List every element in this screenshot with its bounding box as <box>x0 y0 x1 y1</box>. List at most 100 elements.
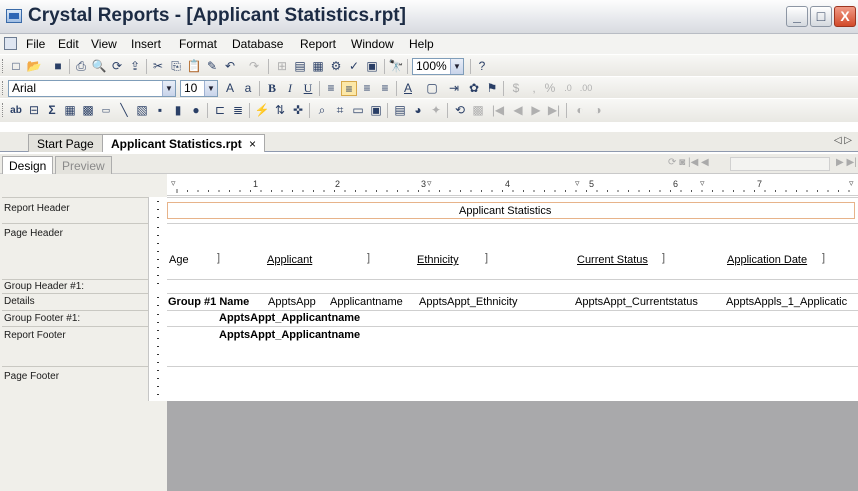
font-size-select[interactable]: 10 ▼ <box>180 80 218 97</box>
select-expert-icon[interactable]: ⚡ <box>254 103 270 118</box>
lock-size-icon[interactable]: ⚑ <box>484 81 500 96</box>
report-wizard-icon[interactable]: ▤ <box>392 103 408 118</box>
chevron-down-icon[interactable]: ▼ <box>204 81 217 96</box>
align-center-icon[interactable]: ≡ <box>341 81 357 96</box>
format-painter-icon[interactable]: ✎ <box>204 59 220 74</box>
border-icon[interactable]: ▢ <box>424 81 440 96</box>
application-date-field[interactable]: ApptsAppls_1_Applicatic <box>726 296 847 308</box>
box-icon[interactable]: ▧ <box>134 103 150 118</box>
save-icon[interactable]: ■ <box>50 59 66 74</box>
workbench-icon[interactable]: ▣ <box>364 59 380 74</box>
guide-marker-icon[interactable]: ▿ <box>700 178 705 189</box>
section-gutter[interactable] <box>148 223 167 279</box>
increase-font-icon[interactable]: A <box>222 81 238 96</box>
font-color-icon[interactable]: A <box>400 81 416 96</box>
zoom-select[interactable]: 100% ▼ <box>412 58 464 75</box>
repository-explorer-icon[interactable]: ⚙ <box>328 59 344 74</box>
menu-help[interactable]: Help <box>409 37 434 51</box>
section-gutter[interactable] <box>148 310 167 326</box>
menu-file[interactable]: File <box>26 37 45 51</box>
column-header-current-status[interactable]: Current Status <box>577 254 648 266</box>
report-footer-band[interactable]: ApptsAppt_Applicantname <box>167 326 858 366</box>
menu-edit[interactable]: Edit <box>58 37 79 51</box>
thousands-button[interactable]: , <box>526 81 542 96</box>
page-number-input[interactable] <box>730 157 830 171</box>
group-icon[interactable]: ⊟ <box>26 103 42 118</box>
next-page-icon[interactable]: ▶ <box>528 103 544 118</box>
menu-window[interactable]: Window <box>351 37 394 51</box>
section-page-header[interactable]: Page Header <box>4 228 63 239</box>
group-footer-band[interactable]: ApptsAppt_Applicantname <box>167 310 858 326</box>
section-gutter[interactable] <box>148 366 167 401</box>
xml-icon[interactable]: ⌗ <box>332 103 348 118</box>
right-margin-marker-icon[interactable]: ▿ <box>849 178 854 189</box>
first-page-icon[interactable]: |◀ <box>490 103 506 118</box>
cut-icon[interactable]: ✂ <box>150 59 166 74</box>
section-report-header[interactable]: Report Header <box>4 203 70 214</box>
decrease-font-icon[interactable]: a <box>240 81 256 96</box>
left-margin-marker-icon[interactable]: ▿ <box>171 178 176 189</box>
section-gutter[interactable] <box>148 326 167 366</box>
page-header-band[interactable]: Age ] Applicant ] Ethnicity ] Current St… <box>167 223 858 279</box>
group-name-field[interactable]: Group #1 Name <box>168 296 249 308</box>
underline-button[interactable]: U <box>300 81 316 96</box>
section-gutter[interactable] <box>148 293 167 310</box>
menu-view[interactable]: View <box>91 37 117 51</box>
page-next-icon[interactable]: ▶ ▶| <box>836 157 857 171</box>
lock-format-icon[interactable]: ✿ <box>466 81 482 96</box>
tab-preview[interactable]: Preview <box>55 156 112 174</box>
column-header-ethnicity[interactable]: Ethnicity <box>417 254 459 266</box>
align-left-icon[interactable]: ≡ <box>323 81 339 96</box>
italic-button[interactable]: I <box>282 81 298 96</box>
map-icon[interactable]: ● <box>188 103 204 118</box>
page-number-icon[interactable]: ≣ <box>230 103 246 118</box>
section-group-header[interactable]: Group Header #1: <box>4 281 84 292</box>
summary-icon[interactable]: Σ <box>44 103 60 118</box>
report-footer-applicantname-field[interactable]: ApptsAppt_Applicantname <box>219 329 360 341</box>
minimize-button[interactable]: _ <box>786 6 808 27</box>
last-page-icon[interactable]: ▶| <box>546 103 562 118</box>
section-gutter[interactable] <box>148 197 167 223</box>
forward-icon[interactable]: ◑ <box>590 103 606 118</box>
paste-icon[interactable]: 📋 <box>186 59 202 74</box>
database-expert-icon[interactable]: ▣ <box>368 103 384 118</box>
group-header-band[interactable] <box>167 279 858 293</box>
section-page-footer[interactable]: Page Footer <box>4 371 59 382</box>
details-band[interactable]: Group #1 Name ApptsApp Applicantname App… <box>167 293 858 310</box>
section-gutter[interactable] <box>148 279 167 293</box>
open-folder-icon[interactable]: 📂 <box>26 59 42 74</box>
bold-button[interactable]: B <box>264 81 280 96</box>
increase-decimal-icon[interactable]: .0 <box>560 81 576 96</box>
currency-button[interactable]: $ <box>508 81 524 96</box>
applicantname-field[interactable]: Applicantname <box>330 296 403 308</box>
current-status-field[interactable]: ApptsAppt_Currentstatus <box>575 296 698 308</box>
new-file-icon[interactable]: □ <box>8 59 24 74</box>
picture-icon[interactable]: ▪ <box>152 103 168 118</box>
guide-marker-icon[interactable]: ▿ <box>575 178 580 189</box>
back-icon[interactable]: ◐ <box>572 103 588 118</box>
insert-group-icon[interactable]: ⊞ <box>274 59 290 74</box>
section-report-footer[interactable]: Report Footer <box>4 330 66 341</box>
column-header-applicant[interactable]: Applicant <box>267 254 312 266</box>
group-footer-applicantname-field[interactable]: ApptsAppt_Applicantname <box>219 312 360 324</box>
maximize-button[interactable]: □ <box>810 6 832 27</box>
redo-icon[interactable]: ↷ <box>246 59 262 74</box>
menu-format[interactable]: Format <box>179 37 217 51</box>
print-icon[interactable]: ⎙ <box>73 59 89 74</box>
page-footer-band[interactable] <box>167 366 858 401</box>
close-button[interactable]: X <box>834 6 856 27</box>
tab-scroll-icon[interactable]: ◁ ▷ <box>834 135 852 146</box>
close-tab-icon[interactable]: × <box>249 137 256 151</box>
find-icon[interactable]: 🔭 <box>388 59 404 74</box>
toolbar-grip[interactable] <box>2 59 5 73</box>
document-menu-icon[interactable] <box>4 37 17 50</box>
formula-workshop-icon[interactable]: ✜ <box>290 103 306 118</box>
export-icon[interactable]: ⇪ <box>127 59 143 74</box>
column-header-age[interactable]: Age <box>169 254 189 266</box>
field-icon[interactable]: ⊏ <box>212 103 228 118</box>
refresh-data-icon[interactable]: ⟲ <box>452 103 468 118</box>
highlight-icon[interactable]: ◕ <box>410 103 426 118</box>
chevron-down-icon[interactable]: ▼ <box>450 59 463 74</box>
olap-grid-icon[interactable]: ▩ <box>80 103 96 118</box>
tab-start-page[interactable]: Start Page <box>28 134 103 152</box>
